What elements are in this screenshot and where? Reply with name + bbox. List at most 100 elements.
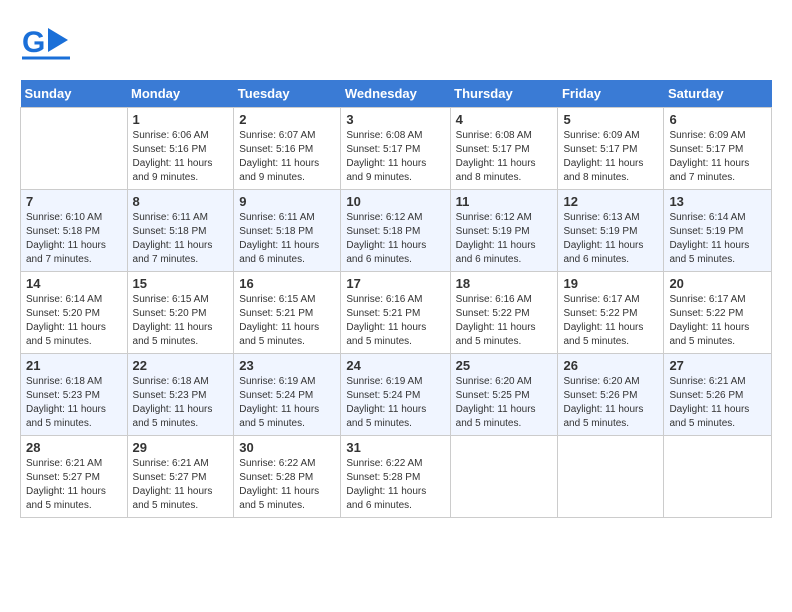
calendar-cell: 26Sunrise: 6:20 AM Sunset: 5:26 PM Dayli… — [558, 354, 664, 436]
calendar-cell: 6 Sunrise: 6:09 AM Sunset: 5:17 PM Daylig… — [664, 108, 772, 190]
day-detail: Sunrise: 6:19 AM Sunset: 5:24 PM Dayligh… — [239, 375, 335, 431]
day-number: 20 — [669, 276, 766, 291]
day-number: 3 — [346, 112, 444, 127]
day-number: 28 — [26, 440, 122, 455]
day-number: 5 — [563, 112, 658, 127]
calendar-cell: 23 Sunrise: 6:19 AM Sunset: 5:24 PM Dayli… — [234, 354, 341, 436]
weekday-header: Thursday — [450, 80, 558, 108]
day-detail: Sunrise: 6:18 AM Sunset: 5:23 PM Dayligh… — [133, 375, 229, 431]
calendar-cell: 19 Sunrise: 6:17 AM Sunset: 5:22 PM Dayli… — [558, 272, 664, 354]
calendar-week-row: 28 Sunrise: 6:21 AM Sunset: 5:27 PM Dayli… — [21, 436, 772, 518]
day-number: 7 — [26, 194, 122, 209]
day-number: 10 — [346, 194, 444, 209]
calendar-cell: 22 Sunrise: 6:18 AM Sunset: 5:23 PM Dayli… — [127, 354, 234, 436]
day-detail: Sunrise: 6:09 AM Sunset: 5:17 PM Dayligh… — [669, 129, 766, 185]
day-number: 11 — [456, 194, 553, 209]
day-number: 23 — [239, 358, 335, 373]
day-detail: Sunrise: 6:12 AM Sunset: 5:18 PM Dayligh… — [346, 211, 444, 267]
logo-icon: G — [20, 20, 70, 70]
day-detail: Sunrise: 6:20 AM Sunset: 5:25 PM Dayligh… — [456, 375, 553, 431]
calendar-cell: 10 Sunrise: 6:12 AM Sunset: 5:18 PM Dayli… — [341, 190, 450, 272]
calendar-week-row: 1 Sunrise: 6:06 AM Sunset: 5:16 PM Daylig… — [21, 108, 772, 190]
logo: G — [20, 20, 74, 70]
day-detail: Sunrise: 6:14 AM Sunset: 5:20 PM Dayligh… — [26, 293, 122, 349]
day-detail: Sunrise: 6:18 AM Sunset: 5:23 PM Dayligh… — [26, 375, 122, 431]
calendar-table: SundayMondayTuesdayWednesdayThursdayFrid… — [20, 80, 772, 518]
day-number: 13 — [669, 194, 766, 209]
calendar-cell: 27Sunrise: 6:21 AM Sunset: 5:26 PM Dayli… — [664, 354, 772, 436]
day-detail: Sunrise: 6:22 AM Sunset: 5:28 PM Dayligh… — [346, 457, 444, 513]
calendar-cell: 13 Sunrise: 6:14 AM Sunset: 5:19 PM Dayli… — [664, 190, 772, 272]
day-number: 31 — [346, 440, 444, 455]
day-detail: Sunrise: 6:15 AM Sunset: 5:21 PM Dayligh… — [239, 293, 335, 349]
calendar-cell: 31 Sunrise: 6:22 AM Sunset: 5:28 PM Dayli… — [341, 436, 450, 518]
day-number: 4 — [456, 112, 553, 127]
day-number: 12 — [563, 194, 658, 209]
calendar-header-row: SundayMondayTuesdayWednesdayThursdayFrid… — [21, 80, 772, 108]
calendar-cell: 18 Sunrise: 6:16 AM Sunset: 5:22 PM Dayli… — [450, 272, 558, 354]
weekday-header: Sunday — [21, 80, 128, 108]
day-number: 21 — [26, 358, 122, 373]
day-detail: Sunrise: 6:09 AM Sunset: 5:17 PM Dayligh… — [563, 129, 658, 185]
weekday-header: Friday — [558, 80, 664, 108]
day-detail: Sunrise: 6:06 AM Sunset: 5:16 PM Dayligh… — [133, 129, 229, 185]
day-number: 22 — [133, 358, 229, 373]
day-detail: Sunrise: 6:17 AM Sunset: 5:22 PM Dayligh… — [563, 293, 658, 349]
calendar-week-row: 14 Sunrise: 6:14 AM Sunset: 5:20 PM Dayli… — [21, 272, 772, 354]
calendar-week-row: 7 Sunrise: 6:10 AM Sunset: 5:18 PM Daylig… — [21, 190, 772, 272]
calendar-cell: 25 Sunrise: 6:20 AM Sunset: 5:25 PM Dayli… — [450, 354, 558, 436]
calendar-cell: 16 Sunrise: 6:15 AM Sunset: 5:21 PM Dayli… — [234, 272, 341, 354]
day-detail: Sunrise: 6:21 AM Sunset: 5:27 PM Dayligh… — [133, 457, 229, 513]
calendar-cell — [664, 436, 772, 518]
day-detail: Sunrise: 6:20 AM Sunset: 5:26 PM Dayligh… — [563, 375, 658, 431]
day-detail: Sunrise: 6:07 AM Sunset: 5:16 PM Dayligh… — [239, 129, 335, 185]
calendar-cell: 15 Sunrise: 6:15 AM Sunset: 5:20 PM Dayli… — [127, 272, 234, 354]
day-detail: Sunrise: 6:11 AM Sunset: 5:18 PM Dayligh… — [239, 211, 335, 267]
calendar-cell: 29Sunrise: 6:21 AM Sunset: 5:27 PM Dayli… — [127, 436, 234, 518]
day-detail: Sunrise: 6:17 AM Sunset: 5:22 PM Dayligh… — [669, 293, 766, 349]
calendar-cell — [450, 436, 558, 518]
day-number: 17 — [346, 276, 444, 291]
calendar-cell: 4 Sunrise: 6:08 AM Sunset: 5:17 PM Daylig… — [450, 108, 558, 190]
day-number: 19 — [563, 276, 658, 291]
weekday-header: Saturday — [664, 80, 772, 108]
day-number: 24 — [346, 358, 444, 373]
day-detail: Sunrise: 6:14 AM Sunset: 5:19 PM Dayligh… — [669, 211, 766, 267]
calendar-cell: 17 Sunrise: 6:16 AM Sunset: 5:21 PM Dayli… — [341, 272, 450, 354]
day-number: 2 — [239, 112, 335, 127]
day-detail: Sunrise: 6:21 AM Sunset: 5:27 PM Dayligh… — [26, 457, 122, 513]
day-number: 14 — [26, 276, 122, 291]
weekday-header: Monday — [127, 80, 234, 108]
calendar-cell: 7 Sunrise: 6:10 AM Sunset: 5:18 PM Daylig… — [21, 190, 128, 272]
day-number: 15 — [133, 276, 229, 291]
calendar-cell: 14 Sunrise: 6:14 AM Sunset: 5:20 PM Dayli… — [21, 272, 128, 354]
svg-text:G: G — [22, 26, 45, 59]
calendar-cell: 12Sunrise: 6:13 AM Sunset: 5:19 PM Dayli… — [558, 190, 664, 272]
calendar-week-row: 21 Sunrise: 6:18 AM Sunset: 5:23 PM Dayli… — [21, 354, 772, 436]
day-number: 18 — [456, 276, 553, 291]
day-detail: Sunrise: 6:22 AM Sunset: 5:28 PM Dayligh… — [239, 457, 335, 513]
day-number: 16 — [239, 276, 335, 291]
calendar-cell: 30Sunrise: 6:22 AM Sunset: 5:28 PM Dayli… — [234, 436, 341, 518]
calendar-cell — [21, 108, 128, 190]
day-detail: Sunrise: 6:19 AM Sunset: 5:24 PM Dayligh… — [346, 375, 444, 431]
day-number: 1 — [133, 112, 229, 127]
calendar-cell: 8 Sunrise: 6:11 AM Sunset: 5:18 PM Daylig… — [127, 190, 234, 272]
day-detail: Sunrise: 6:12 AM Sunset: 5:19 PM Dayligh… — [456, 211, 553, 267]
calendar-cell: 11 Sunrise: 6:12 AM Sunset: 5:19 PM Dayli… — [450, 190, 558, 272]
day-number: 8 — [133, 194, 229, 209]
calendar-cell: 28 Sunrise: 6:21 AM Sunset: 5:27 PM Dayli… — [21, 436, 128, 518]
calendar-cell: 3Sunrise: 6:08 AM Sunset: 5:17 PM Daylig… — [341, 108, 450, 190]
day-detail: Sunrise: 6:16 AM Sunset: 5:22 PM Dayligh… — [456, 293, 553, 349]
day-detail: Sunrise: 6:10 AM Sunset: 5:18 PM Dayligh… — [26, 211, 122, 267]
day-detail: Sunrise: 6:11 AM Sunset: 5:18 PM Dayligh… — [133, 211, 229, 267]
day-detail: Sunrise: 6:15 AM Sunset: 5:20 PM Dayligh… — [133, 293, 229, 349]
day-number: 25 — [456, 358, 553, 373]
calendar-cell: 1 Sunrise: 6:06 AM Sunset: 5:16 PM Daylig… — [127, 108, 234, 190]
day-detail: Sunrise: 6:08 AM Sunset: 5:17 PM Dayligh… — [456, 129, 553, 185]
calendar-cell — [558, 436, 664, 518]
weekday-header: Wednesday — [341, 80, 450, 108]
calendar-cell: 2 Sunrise: 6:07 AM Sunset: 5:16 PM Daylig… — [234, 108, 341, 190]
day-number: 6 — [669, 112, 766, 127]
day-detail: Sunrise: 6:16 AM Sunset: 5:21 PM Dayligh… — [346, 293, 444, 349]
